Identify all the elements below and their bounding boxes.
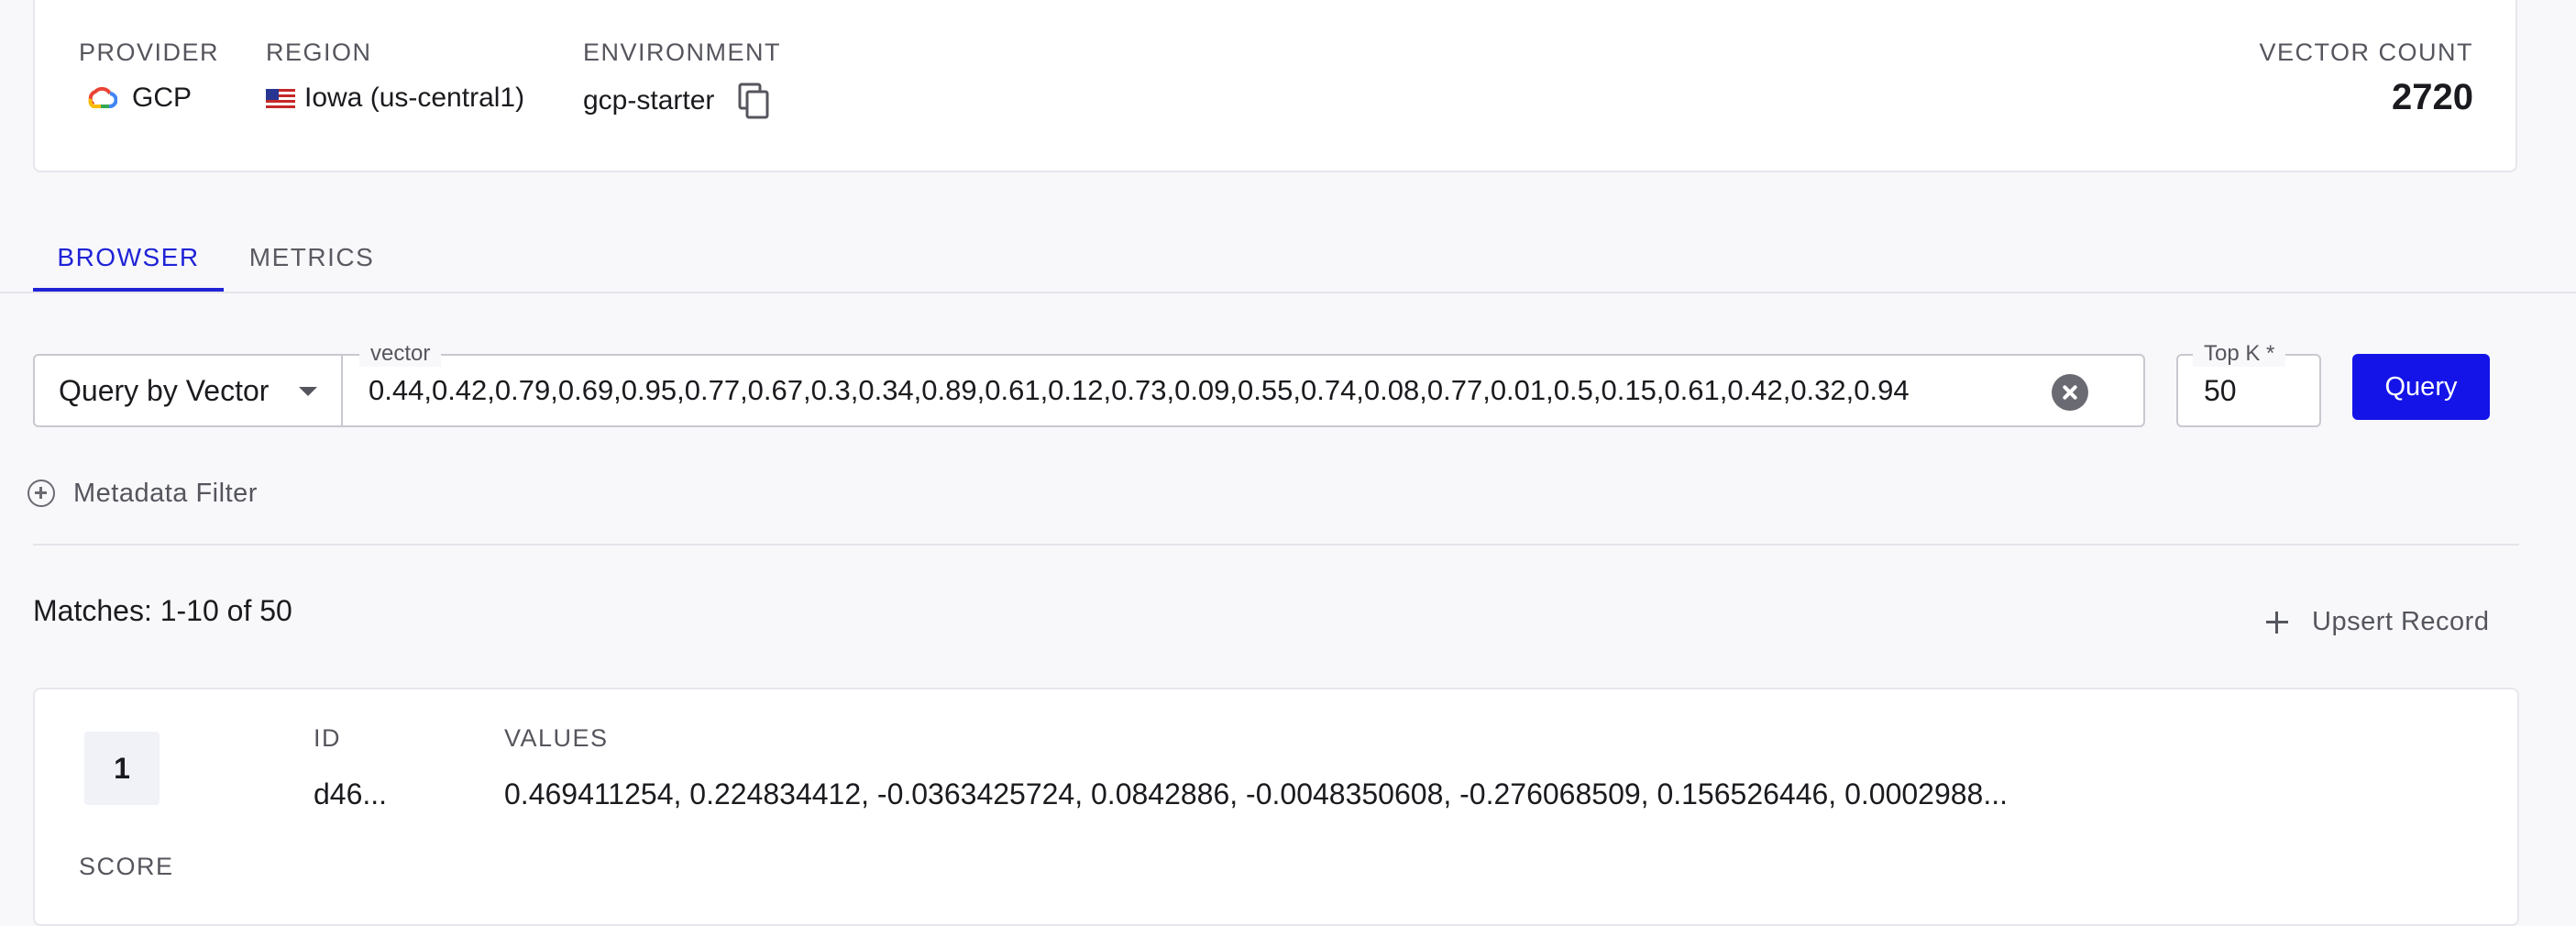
environment-value-row: gcp-starter xyxy=(583,83,771,119)
vector-input-value[interactable]: 0.44,0.42,0.79,0.69,0.95,0.77,0.67,0.3,0… xyxy=(369,374,1910,407)
vector-field-label: vector xyxy=(359,341,442,367)
add-circle-icon xyxy=(28,480,55,507)
plus-icon xyxy=(2266,611,2288,634)
query-type-select[interactable]: Query by Vector xyxy=(33,354,343,427)
vector-input[interactable]: vector 0.44,0.42,0.79,0.69,0.95,0.77,0.6… xyxy=(341,341,2145,427)
vector-count-value: 2720 xyxy=(2392,77,2473,117)
region-label: REGION xyxy=(266,39,372,66)
vector-count-label: VECTOR COUNT xyxy=(2259,39,2473,66)
provider-value: GCP xyxy=(132,83,193,113)
result-id-value: d46... xyxy=(314,777,388,810)
environment-value: gcp-starter xyxy=(583,85,715,116)
result-values-label: VALUES xyxy=(504,724,609,752)
matches-summary: Matches: 1-10 of 50 xyxy=(33,594,292,627)
provider-value-row: GCP xyxy=(84,83,192,114)
us-flag-icon xyxy=(266,87,295,111)
upsert-record-button[interactable]: Upsert Record xyxy=(2266,607,2489,637)
tab-browser[interactable]: BROWSER xyxy=(33,227,224,288)
result-rank: 1 xyxy=(84,732,160,805)
tab-metrics[interactable]: METRICS xyxy=(240,227,383,288)
topk-input-value[interactable]: 50 xyxy=(2204,374,2237,408)
provider-label: PROVIDER xyxy=(79,39,220,66)
topk-field-label: Top K * xyxy=(2193,341,2286,367)
metadata-filter-label: Metadata Filter xyxy=(73,478,258,508)
google-cloud-icon xyxy=(84,84,118,112)
topk-input[interactable]: Top K * 50 xyxy=(2176,341,2321,427)
result-score-label: SCORE xyxy=(79,853,174,880)
region-value-row: Iowa (us-central1) xyxy=(266,83,524,114)
result-values-value: 0.469411254, 0.224834412, -0.0363425724,… xyxy=(504,777,2009,810)
query-button[interactable]: Query xyxy=(2352,354,2490,420)
section-divider xyxy=(33,544,2519,546)
metadata-filter-button[interactable]: Metadata Filter xyxy=(28,475,258,512)
upsert-record-label: Upsert Record xyxy=(2312,607,2490,636)
query-type-value: Query by Vector xyxy=(59,373,270,407)
chevron-down-icon xyxy=(299,387,317,396)
clear-icon[interactable] xyxy=(2052,374,2088,411)
result-id-label: ID xyxy=(314,724,341,752)
environment-label: ENVIRONMENT xyxy=(583,39,782,66)
tabs-divider xyxy=(0,292,2576,293)
region-value: Iowa (us-central1) xyxy=(304,83,525,113)
copy-icon[interactable] xyxy=(738,83,771,119)
